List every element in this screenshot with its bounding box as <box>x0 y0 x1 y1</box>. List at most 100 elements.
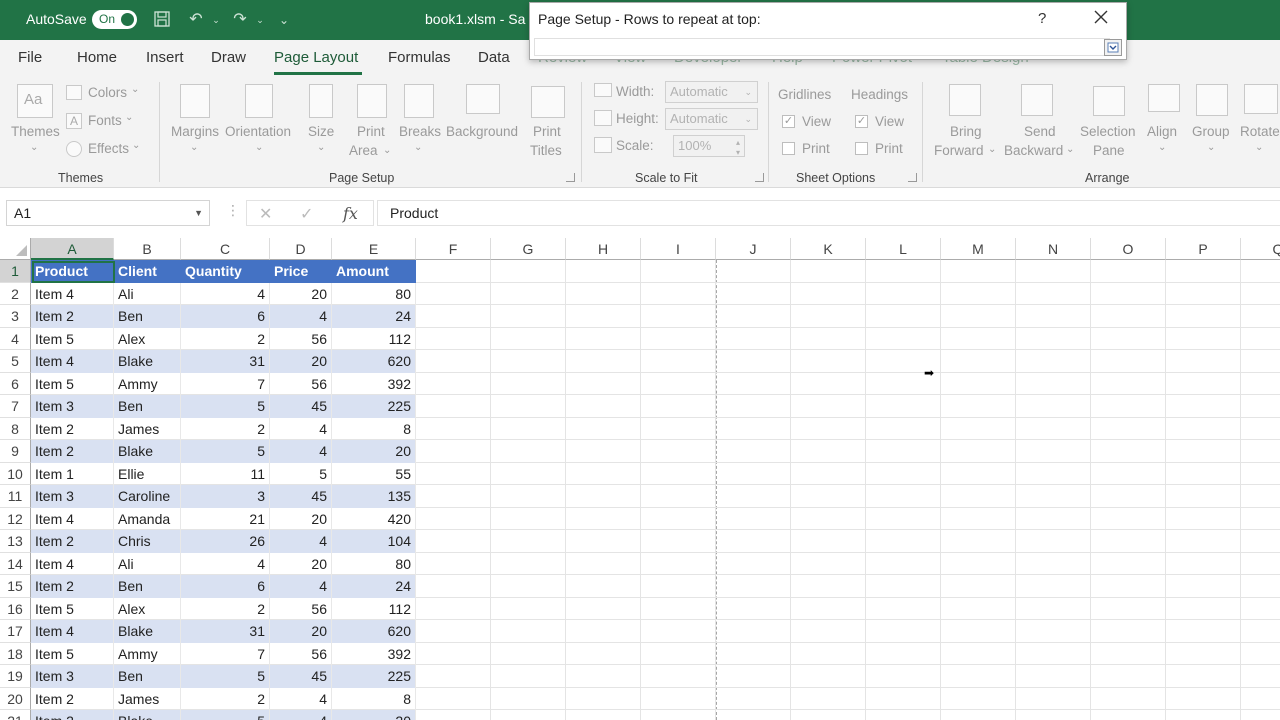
table-cell[interactable]: Blake <box>114 350 181 373</box>
table-cell[interactable]: 392 <box>332 642 416 665</box>
select-all-button[interactable] <box>0 238 31 260</box>
page-setup-launcher-icon[interactable] <box>566 173 575 182</box>
table-cell[interactable]: Item 2 <box>31 575 114 598</box>
table-cell[interactable]: Ammy <box>114 372 181 395</box>
height-dropdown[interactable]: Automatic ⌄ <box>665 108 758 130</box>
row-header-18[interactable]: 18 <box>0 642 31 665</box>
tab-draw[interactable]: Draw <box>211 49 246 66</box>
table-cell[interactable]: James <box>114 417 181 440</box>
table-cell[interactable]: Ellie <box>114 462 181 485</box>
table-cell[interactable]: 56 <box>270 597 332 620</box>
row-header-2[interactable]: 2 <box>0 282 31 305</box>
table-cell[interactable]: 56 <box>270 642 332 665</box>
table-cell[interactable]: 112 <box>332 327 416 350</box>
table-cell[interactable]: 31 <box>181 620 270 643</box>
row-header-5[interactable]: 5 <box>0 350 31 373</box>
column-header-b[interactable]: B <box>114 238 181 260</box>
tab-insert[interactable]: Insert <box>146 49 184 66</box>
table-cell[interactable]: 6 <box>181 575 270 598</box>
table-cell[interactable]: Item 2 <box>31 710 114 720</box>
table-cell[interactable]: James <box>114 687 181 710</box>
range-reference-input[interactable] <box>534 38 1110 56</box>
table-cell[interactable]: Item 1 <box>31 462 114 485</box>
headings-print-checkbox[interactable] <box>855 142 868 155</box>
table-cell[interactable]: 2 <box>181 417 270 440</box>
scale-to-fit-launcher-icon[interactable] <box>755 173 764 182</box>
table-header-cell[interactable]: Quantity <box>181 260 270 283</box>
table-cell[interactable]: 4 <box>181 282 270 305</box>
row-header-21[interactable]: 21 <box>0 710 31 720</box>
table-cell[interactable]: 2 <box>181 687 270 710</box>
column-header-g[interactable]: G <box>491 238 566 260</box>
table-cell[interactable]: 20 <box>270 552 332 575</box>
name-box-dropdown-icon[interactable]: ▼ <box>194 201 203 225</box>
table-cell[interactable]: 8 <box>332 687 416 710</box>
tab-formulas[interactable]: Formulas <box>388 49 451 66</box>
close-button[interactable] <box>1090 6 1112 28</box>
table-cell[interactable]: 4 <box>270 575 332 598</box>
table-cell[interactable]: 5 <box>181 665 270 688</box>
tab-file[interactable]: File <box>18 49 42 66</box>
column-header-f[interactable]: F <box>416 238 491 260</box>
undo-dropdown-icon[interactable]: ⌄ <box>206 10 226 30</box>
insert-function-icon[interactable]: fx <box>343 204 358 223</box>
spin-down-icon[interactable]: ▾ <box>736 143 740 163</box>
table-cell[interactable]: Ben <box>114 575 181 598</box>
column-header-i[interactable]: I <box>641 238 716 260</box>
save-icon[interactable] <box>152 10 172 30</box>
table-cell[interactable]: Item 5 <box>31 597 114 620</box>
table-cell[interactable]: Ali <box>114 552 181 575</box>
table-cell[interactable]: 20 <box>332 440 416 463</box>
formula-input[interactable]: Product <box>377 200 1280 226</box>
width-dropdown[interactable]: Automatic ⌄ <box>665 81 758 103</box>
table-cell[interactable]: Ben <box>114 665 181 688</box>
column-header-l[interactable]: L <box>866 238 941 260</box>
gridlines-print-checkbox[interactable] <box>782 142 795 155</box>
table-cell[interactable]: 8 <box>332 417 416 440</box>
column-header-k[interactable]: K <box>791 238 866 260</box>
table-cell[interactable]: 225 <box>332 395 416 418</box>
tab-page-layout[interactable]: Page Layout <box>274 49 358 66</box>
table-cell[interactable]: 620 <box>332 620 416 643</box>
table-cell[interactable]: 420 <box>332 507 416 530</box>
table-cell[interactable]: 20 <box>270 350 332 373</box>
table-cell[interactable]: 7 <box>181 372 270 395</box>
column-header-d[interactable]: D <box>270 238 332 260</box>
table-cell[interactable]: Item 3 <box>31 395 114 418</box>
table-cell[interactable]: 31 <box>181 350 270 373</box>
table-cell[interactable]: 24 <box>332 305 416 328</box>
table-cell[interactable]: 225 <box>332 665 416 688</box>
table-cell[interactable]: 80 <box>332 282 416 305</box>
table-cell[interactable]: 24 <box>332 575 416 598</box>
table-cell[interactable]: 5 <box>181 395 270 418</box>
table-cell[interactable]: Item 2 <box>31 687 114 710</box>
headings-view-checkbox[interactable]: ✓ <box>855 115 868 128</box>
table-cell[interactable]: Ben <box>114 395 181 418</box>
table-cell[interactable]: Alex <box>114 327 181 350</box>
column-header-c[interactable]: C <box>181 238 270 260</box>
table-cell[interactable]: 104 <box>332 530 416 553</box>
column-header-n[interactable]: N <box>1016 238 1091 260</box>
table-cell[interactable]: Alex <box>114 597 181 620</box>
table-cell[interactable]: Chris <box>114 530 181 553</box>
table-cell[interactable]: Amanda <box>114 507 181 530</box>
row-header-12[interactable]: 12 <box>0 507 31 530</box>
table-cell[interactable]: 20 <box>270 507 332 530</box>
row-header-17[interactable]: 17 <box>0 620 31 643</box>
table-cell[interactable]: 4 <box>270 440 332 463</box>
table-cell[interactable]: Item 4 <box>31 620 114 643</box>
tab-data[interactable]: Data <box>478 49 510 66</box>
table-cell[interactable]: Ali <box>114 282 181 305</box>
row-header-19[interactable]: 19 <box>0 665 31 688</box>
table-cell[interactable]: Item 3 <box>31 485 114 508</box>
row-header-13[interactable]: 13 <box>0 530 31 553</box>
table-cell[interactable]: Item 2 <box>31 440 114 463</box>
table-cell[interactable]: 45 <box>270 395 332 418</box>
column-header-m[interactable]: M <box>941 238 1016 260</box>
table-cell[interactable]: Item 4 <box>31 507 114 530</box>
row-header-7[interactable]: 7 <box>0 395 31 418</box>
table-cell[interactable]: Ben <box>114 305 181 328</box>
table-cell[interactable]: 135 <box>332 485 416 508</box>
table-cell[interactable]: 4 <box>270 530 332 553</box>
table-cell[interactable]: 620 <box>332 350 416 373</box>
